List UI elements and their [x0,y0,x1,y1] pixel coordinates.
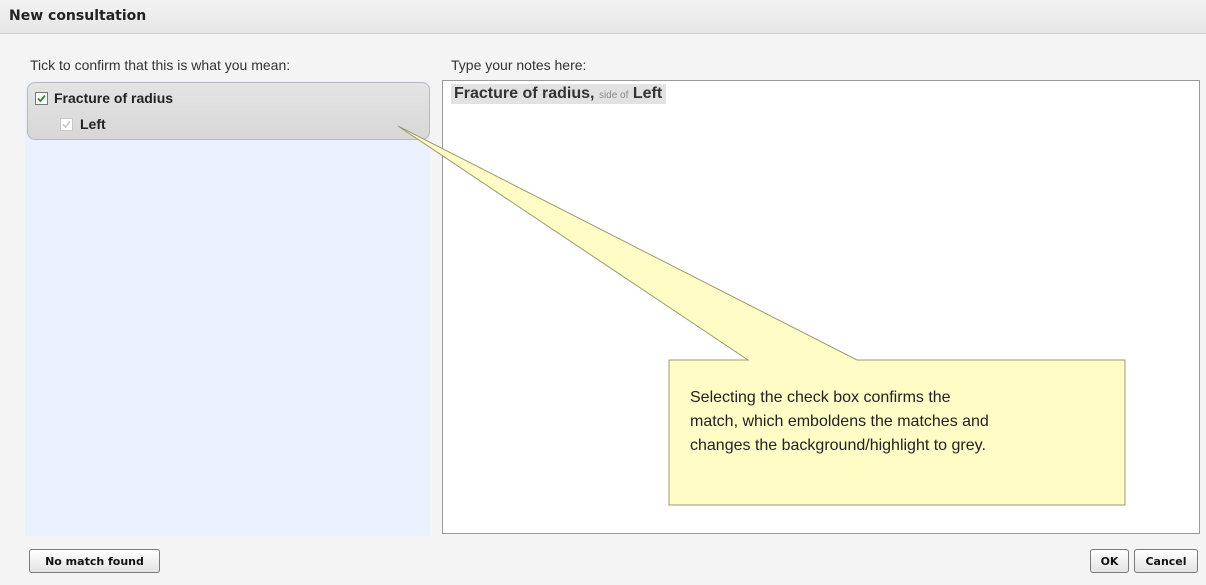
cancel-button[interactable]: Cancel [1134,549,1198,573]
no-match-found-button[interactable]: No match found [29,549,160,573]
callout-text: Selecting the check box confirms the mat… [690,386,1110,458]
callout-tooltip [397,125,1126,506]
ok-button[interactable]: OK [1090,549,1129,573]
callout-line: match, which emboldens the matches and [690,413,989,430]
callout-line: changes the background/highlight to grey… [690,437,986,454]
callout-line: Selecting the check box confirms the [690,389,951,406]
